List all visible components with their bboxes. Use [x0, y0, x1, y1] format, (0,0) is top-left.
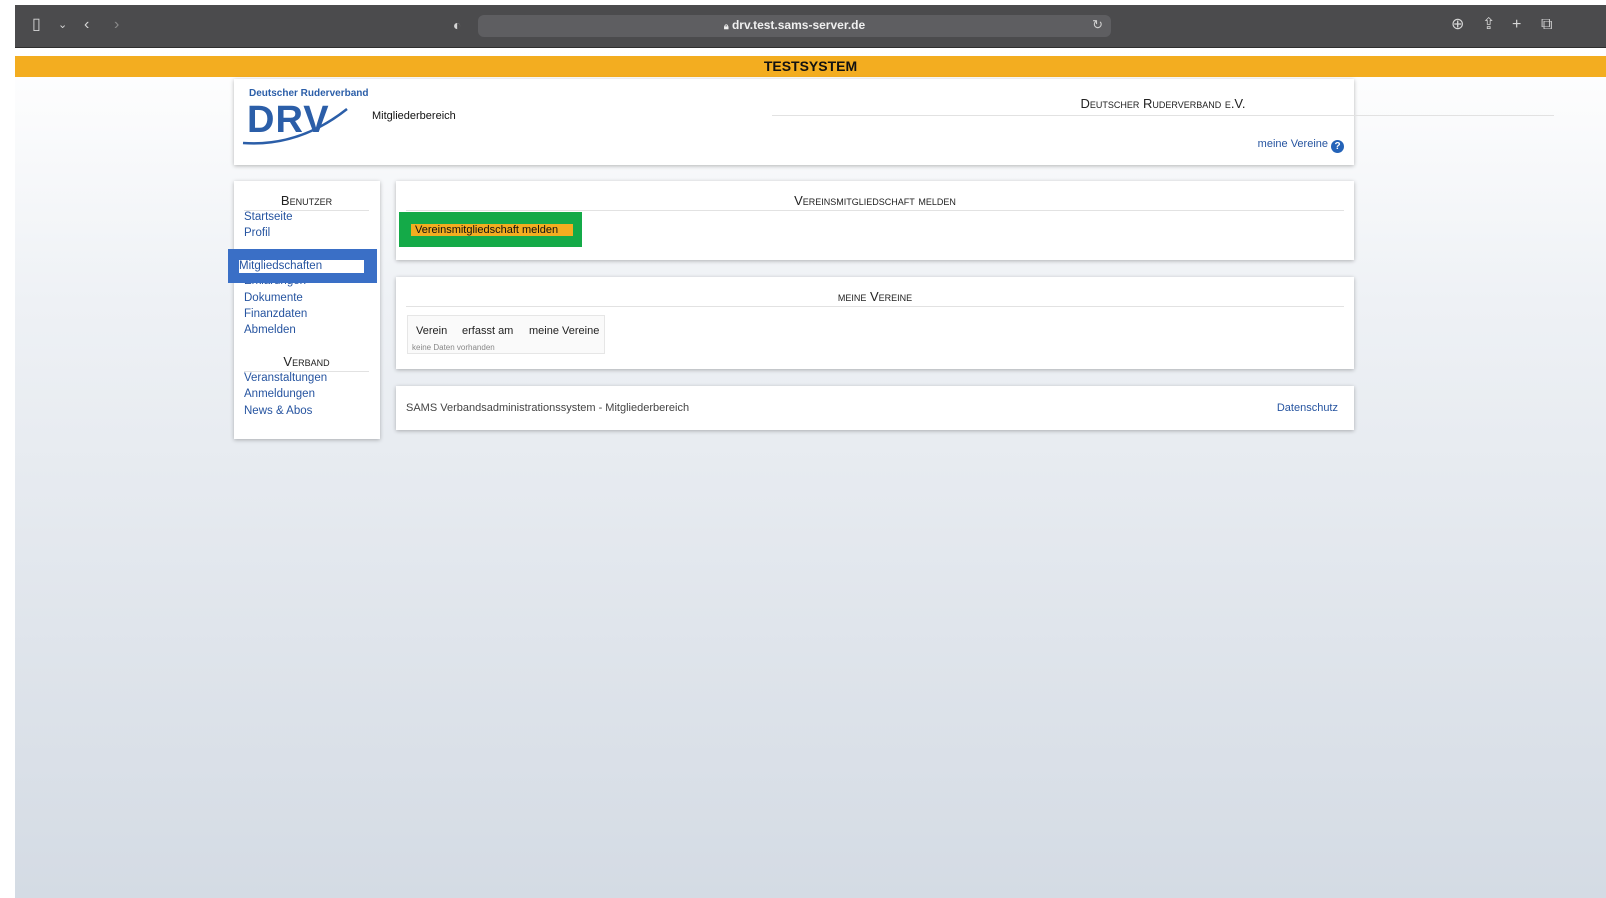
footer-text: SAMS Verbandsadministrationssystem - Mit… [406, 402, 690, 414]
sidebar-item-anmeldungen[interactable]: Anmeldungen [244, 388, 315, 400]
shield-icon[interactable]: ◐ [453, 16, 461, 34]
sidebar-item-veranstaltungen[interactable]: Veranstaltungen [244, 372, 327, 384]
address-bar[interactable]: 🔒︎ drv.test.sams-server.de ↻ [478, 15, 1111, 37]
sidebar-item-abmelden[interactable]: Abmelden [244, 324, 296, 336]
reload-icon[interactable]: ↻ [1092, 17, 1103, 33]
meine-vereine-link[interactable]: meine Vereine? [1258, 138, 1344, 153]
meine-vereine-panel: meine Vereine Verein erfasst am meine Ve… [396, 277, 1354, 369]
download-icon[interactable]: ⊕ [1451, 16, 1464, 34]
testsystem-banner: TESTSYSTEM [15, 56, 1606, 77]
help-icon[interactable]: ? [1331, 140, 1344, 153]
tabs-icon[interactable]: ⧉ [1541, 16, 1552, 34]
sidebar-heading-benutzer: Benutzer [244, 193, 369, 211]
back-icon[interactable]: ‹ [84, 16, 89, 34]
chevron-down-icon[interactable]: ⌄ [58, 16, 67, 34]
area-subtitle: Mitgliederbereich [372, 110, 456, 122]
share-icon[interactable]: ⇪ [1482, 16, 1495, 34]
sidebar: Benutzer Startseite Profil Erklärungen M… [228, 181, 380, 439]
logo-org-name: Deutscher Ruderverband [249, 88, 369, 99]
sidebar-item-profil[interactable]: Profil [244, 227, 270, 239]
forward-icon[interactable]: › [114, 16, 119, 34]
footer: SAMS Verbandsadministrationssystem - Mit… [396, 386, 1354, 430]
melden-button-highlight[interactable]: Vereinsmitgliedschaft melden [399, 212, 582, 247]
melden-title: Vereinsmitgliedschaft melden [406, 193, 1344, 211]
melden-panel: Vereinsmitgliedschaft melden Vereinsmitg… [396, 181, 1354, 260]
site-header: Deutscher Ruderverband DRV Mitgliederber… [234, 79, 1554, 165]
sidebar-item-finanzdaten[interactable]: Finanzdaten [244, 308, 307, 320]
logo-swoosh-icon [242, 108, 348, 145]
sidebar-item-mitgliedschaften-highlight[interactable]: Mitgliedschaften [228, 249, 377, 283]
sidebar-item-mitgliedschaften[interactable]: Mitgliedschaften [239, 260, 364, 273]
sidebar-item-dokumente[interactable]: Dokumente [244, 292, 303, 304]
sidebar-item-startseite[interactable]: Startseite [244, 211, 293, 223]
column-header-meine-vereine[interactable]: meine Vereine [529, 325, 599, 337]
column-header-verein[interactable]: Verein [416, 325, 447, 337]
page-title: Deutscher Ruderverband e.V. [772, 96, 1554, 116]
web-page: TESTSYSTEM Deutscher Ruderverband DRV Mi… [15, 48, 1606, 898]
vereinsmitgliedschaft-melden-button[interactable]: Vereinsmitgliedschaft melden [411, 224, 573, 236]
new-tab-icon[interactable]: + [1512, 16, 1521, 34]
meine-vereine-title: meine Vereine [406, 289, 1344, 307]
sidebar-heading-verband: Verband [244, 354, 369, 372]
column-header-erfasst-am[interactable]: erfasst am [462, 325, 513, 337]
lock-icon: 🔒︎ [723, 21, 729, 31]
sidebar-item-news-abos[interactable]: News & Abos [244, 405, 312, 417]
browser-toolbar: ▯ ⌄ ‹ › ◐ 🔒︎ drv.test.sams-server.de ↻ ⊕… [15, 5, 1606, 48]
vereine-table: Verein erfasst am meine Vereine keine Da… [407, 315, 605, 354]
sidebar-icon[interactable]: ▯ [32, 16, 41, 34]
empty-table-message: keine Daten vorhanden [412, 343, 495, 352]
drv-logo[interactable]: DRV [242, 99, 348, 145]
datenschutz-link[interactable]: Datenschutz [1277, 402, 1338, 414]
url-text: 🔒︎ drv.test.sams-server.de [723, 18, 866, 32]
